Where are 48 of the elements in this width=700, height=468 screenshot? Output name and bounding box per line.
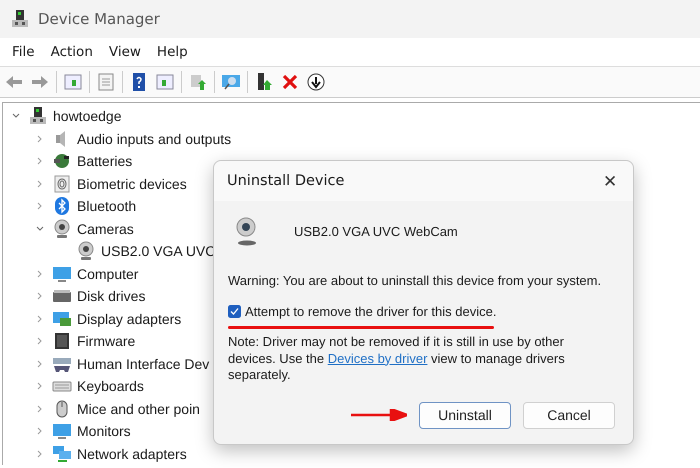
delete-icon[interactable] — [280, 72, 300, 92]
tree-item[interactable]: Mice and other poin — [77, 400, 200, 417]
panel-icon[interactable] — [155, 72, 175, 92]
tree-item[interactable]: howtoedge — [53, 108, 122, 124]
tree-item[interactable]: Network adapters — [77, 446, 187, 462]
tree-item[interactable]: Bluetooth — [77, 198, 136, 214]
menu-item[interactable]: View — [102, 41, 147, 63]
download-icon[interactable] — [306, 72, 326, 92]
tree-item[interactable]: Monitors — [77, 423, 131, 440]
close-button[interactable]: ✕ — [599, 168, 621, 194]
tree-item[interactable]: Biometric devices — [77, 176, 187, 192]
checkbox-label[interactable]: Attempt to remove the driver for this device. — [245, 304, 496, 319]
note-text: Note: Driver may not be removed if it is still in use by other devices. Use the Devices by driver view to manage drivers separately. — [228, 334, 566, 384]
tree-item[interactable]: USB2.0 VGA UVC — [101, 243, 216, 260]
device-name: USB2.0 VGA UVC WebCam — [294, 224, 458, 238]
webcam-icon — [76, 241, 96, 262]
menu-item[interactable]: File — [6, 41, 41, 63]
monitor-icon — [52, 421, 72, 442]
monitor-search-icon[interactable] — [221, 72, 241, 92]
tree-item[interactable]: Firmware — [77, 333, 136, 350]
network-icon — [52, 444, 72, 464]
fingerprint-icon — [52, 174, 72, 194]
window-title: Device Manager — [38, 10, 160, 28]
scan-icon[interactable] — [188, 72, 208, 92]
computer-icon — [28, 106, 48, 126]
app-icon — [10, 9, 30, 29]
panel-icon[interactable] — [63, 72, 83, 92]
warning-text: Warning: You are about to uninstall this device from your system. — [228, 273, 602, 288]
webcam-icon — [52, 218, 72, 239]
tree-item[interactable]: Cameras — [77, 220, 134, 237]
annotation-arrow — [351, 409, 407, 421]
bluetooth-icon — [52, 196, 72, 216]
properties-icon[interactable] — [96, 72, 116, 92]
dialog-title: Uninstall Device — [227, 173, 344, 189]
menu-item[interactable]: Help — [150, 41, 194, 63]
tree-item[interactable]: Human Interface Dev — [77, 356, 210, 372]
tree-item[interactable]: Audio inputs and outputs — [77, 130, 232, 147]
tree-item[interactable]: Disk drives — [77, 288, 146, 304]
menu-item[interactable]: Action — [44, 41, 99, 63]
tree-item[interactable]: Batteries — [77, 153, 132, 170]
tree-item[interactable]: Computer — [77, 266, 138, 282]
dialog-button[interactable]: Cancel — [523, 402, 615, 428]
tree-item[interactable]: Keyboards — [77, 378, 144, 394]
chip-icon — [52, 331, 72, 352]
tree-item[interactable]: Display adapters — [77, 310, 182, 327]
dialog-button[interactable]: Uninstall — [419, 402, 511, 428]
checkbox[interactable] — [228, 305, 241, 318]
devices-by-driver-link[interactable]: Devices by driver — [328, 350, 428, 366]
